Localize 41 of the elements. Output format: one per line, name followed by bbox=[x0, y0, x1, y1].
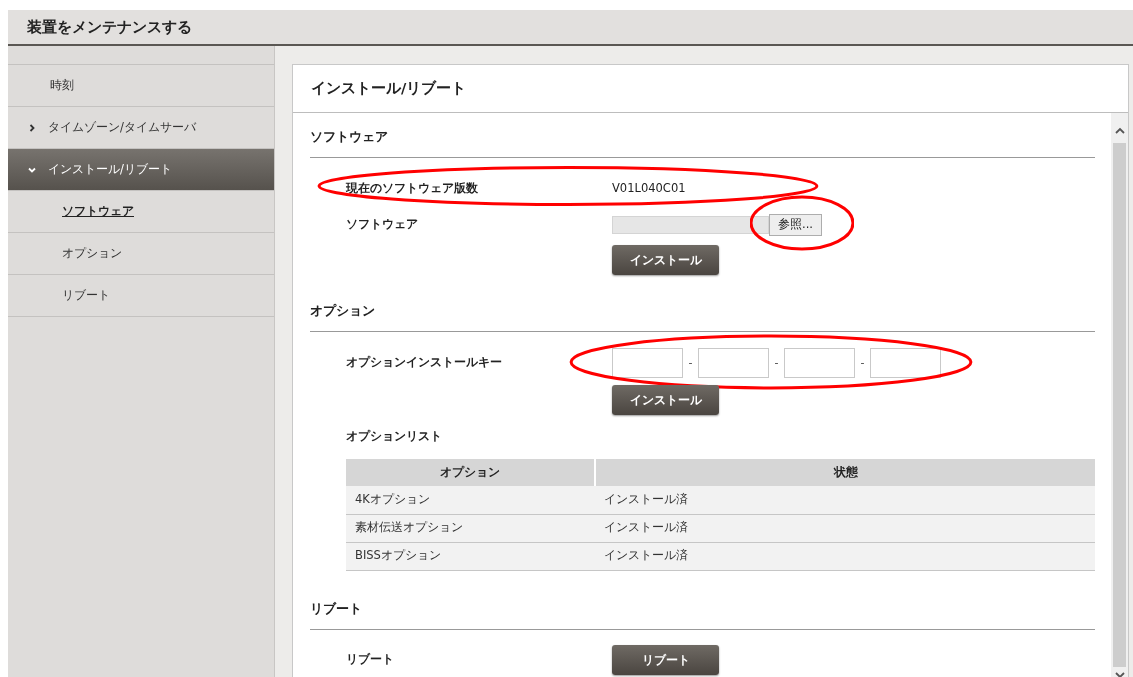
page-title: 装置をメンテナンスする bbox=[27, 16, 192, 38]
sidebar-subitem[interactable]: オプション bbox=[8, 232, 274, 274]
key-separator: - bbox=[773, 354, 780, 371]
list-title: オプションリスト bbox=[346, 428, 442, 446]
section-heading: リブート bbox=[310, 599, 362, 618]
scroll-down-icon[interactable] bbox=[1114, 671, 1125, 677]
section-heading: ソフトウェア bbox=[310, 128, 388, 147]
field-label: オプションインストールキー bbox=[346, 354, 503, 372]
field-label: 現在のソフトウェア版数 bbox=[346, 179, 479, 197]
file-field[interactable] bbox=[612, 216, 769, 234]
chevron-right-icon bbox=[28, 123, 36, 132]
key-separator: - bbox=[859, 354, 866, 371]
table-cell: インストール済 bbox=[595, 542, 1095, 570]
key-input-field[interactable] bbox=[870, 348, 941, 378]
key-input-field[interactable] bbox=[698, 348, 769, 378]
key-separator: - bbox=[687, 354, 694, 371]
key-input-field[interactable] bbox=[612, 348, 683, 378]
table-cell: インストール済 bbox=[595, 486, 1095, 514]
chevron-down-icon bbox=[28, 165, 36, 174]
browse-button[interactable]: 参照... bbox=[769, 214, 822, 236]
table-cell: インストール済 bbox=[595, 514, 1095, 542]
table-cell: BISSオプション bbox=[346, 542, 595, 570]
scrollbar-thumb[interactable] bbox=[1113, 143, 1126, 667]
key-input-field[interactable] bbox=[784, 348, 855, 378]
install-button[interactable]: インストール bbox=[612, 245, 719, 275]
sidebar-subitem[interactable]: ソフトウェア bbox=[8, 190, 274, 232]
panel-title: インストール/リブート bbox=[311, 78, 467, 98]
install-button[interactable]: インストール bbox=[612, 385, 719, 415]
field-label: ソフトウェア bbox=[346, 216, 419, 234]
column-header: 状態 bbox=[595, 459, 1095, 486]
sidebar-item[interactable]: 時刻 bbox=[8, 64, 274, 106]
scrollbar[interactable] bbox=[1111, 113, 1128, 677]
reboot-button[interactable]: リブート bbox=[612, 644, 719, 675]
field-label: リブート bbox=[346, 650, 395, 668]
sidebar-subitem[interactable]: リブート bbox=[8, 274, 274, 316]
scroll-up-icon[interactable] bbox=[1114, 127, 1125, 135]
version-value: V01L040C01 bbox=[612, 179, 686, 197]
section-heading: オプション bbox=[310, 302, 375, 321]
table-cell: 素材伝送オプション bbox=[346, 514, 595, 542]
table-cell: 4Kオプション bbox=[346, 486, 595, 514]
sidebar-item[interactable]: インストール/リブート bbox=[8, 148, 274, 190]
